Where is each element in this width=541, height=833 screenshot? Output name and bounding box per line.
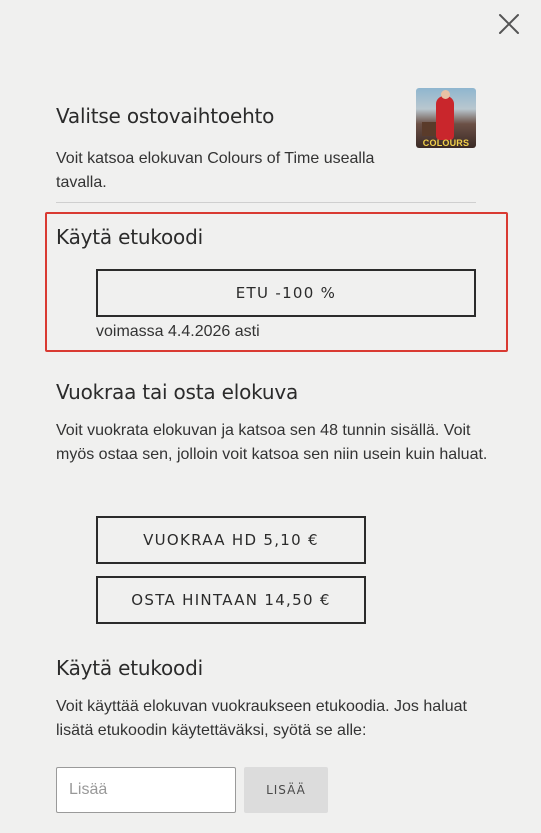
coupon-code-button[interactable]: ETU -100 % [96,269,476,317]
rent-buy-description: Voit vuokrata elokuvan ja katsoa sen 48 … [56,422,488,463]
movie-thumbnail: COLOURS [416,88,476,148]
coupon-validity: voimassa 4.4.2026 asti [96,323,260,340]
coupon-code-input[interactable] [56,767,236,813]
options-description: Voit katsoa elokuvan Colours of Time use… [56,150,375,191]
coupon-entry-title: Käytä etukoodi [56,656,203,680]
rent-buy-title: Vuokraa tai osta elokuva [56,380,299,404]
thumbnail-label: COLOURS [422,138,470,148]
coupon-entry-description: Voit käyttää elokuvan vuokraukseen etuko… [56,698,467,739]
add-coupon-button[interactable]: LISÄÄ [244,767,328,813]
close-button[interactable] [497,12,521,36]
section-divider [56,202,476,203]
coupon-applied-title: Käytä etukoodi [56,225,203,249]
buy-button[interactable]: OSTA HINTAAN 14,50 € [96,576,366,624]
rent-hd-button[interactable]: VUOKRAA HD 5,10 € [96,516,366,564]
options-title: Valitse ostovaihtoehto [56,104,275,128]
close-icon [499,14,519,34]
